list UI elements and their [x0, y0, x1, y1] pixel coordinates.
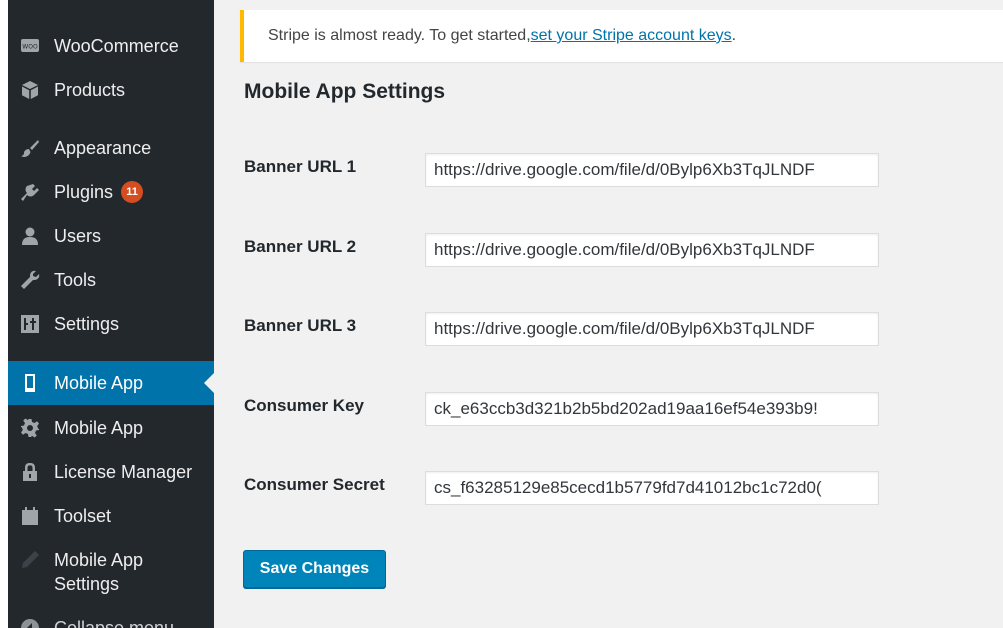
sidebar-item-label: Collapse menu — [54, 617, 175, 628]
banner-url-3-input[interactable] — [425, 312, 879, 346]
banner-url-2-label: Banner URL 2 — [244, 237, 357, 256]
consumer-key-label: Consumer Key — [244, 396, 364, 415]
sidebar-item-label: Toolset — [54, 505, 112, 526]
gear-icon — [20, 418, 40, 438]
plugins-update-count-badge: 11 — [121, 181, 144, 203]
sidebar-item-label: Appearance — [54, 137, 152, 158]
toolset-icon — [20, 506, 40, 526]
paintbrush-icon — [20, 138, 40, 158]
notice-suffix: . — [731, 27, 737, 44]
sidebar-item-label: Plugins — [54, 181, 114, 202]
admin-sidebar: WOO WooCommerce Products Appearance Plug… — [8, 0, 214, 628]
consumer-secret-input[interactable] — [425, 471, 879, 505]
sidebar-item-mobile-app-gear[interactable]: Mobile App — [8, 406, 214, 450]
wrench-icon — [20, 270, 40, 290]
sidebar-item-products[interactable]: Products — [8, 68, 214, 112]
save-changes-button[interactable]: Save Changes — [243, 550, 386, 588]
collapse-menu-button[interactable]: Collapse menu — [8, 606, 214, 628]
sidebar-item-label: Products — [54, 79, 126, 100]
sidebar-item-toolset[interactable]: Toolset — [8, 494, 214, 538]
sidebar-item-label: Tools — [54, 269, 97, 290]
stripe-notice: Stripe is almost ready. To get started, … — [240, 10, 1003, 62]
sidebar-item-tools[interactable]: Tools — [8, 258, 214, 302]
banner-url-3-label: Banner URL 3 — [244, 316, 357, 335]
sidebar-item-mobile-app[interactable]: Mobile App — [8, 361, 214, 405]
woocommerce-icon: WOO — [20, 36, 40, 56]
sidebar-item-license-manager[interactable]: License Manager — [8, 450, 214, 494]
collapse-arrow-icon — [20, 618, 40, 628]
sidebar-item-label: License Manager — [54, 461, 193, 482]
sidebar-item-label: Users — [54, 225, 102, 246]
left-edge-strip — [0, 0, 8, 628]
sidebar-item-label: Settings — [54, 313, 120, 334]
sidebar-item-label: Mobile App — [54, 372, 144, 393]
consumer-secret-label: Consumer Secret — [244, 475, 385, 494]
notice-text: Stripe is almost ready. To get started, — [268, 27, 531, 44]
sidebar-item-woocommerce[interactable]: WOO WooCommerce — [8, 24, 214, 68]
pencil-icon — [20, 550, 40, 570]
sidebar-item-label: WooCommerce — [54, 35, 179, 56]
banner-url-1-input[interactable] — [425, 153, 879, 187]
plugin-icon — [20, 182, 40, 202]
sidebar-item-settings[interactable]: Settings — [8, 302, 214, 346]
smartphone-icon — [20, 373, 40, 393]
sidebar-item-users[interactable]: Users — [8, 214, 214, 258]
banner-url-1-label: Banner URL 1 — [244, 157, 357, 176]
products-box-icon — [20, 80, 40, 100]
user-icon — [20, 226, 40, 246]
sidebar-item-appearance[interactable]: Appearance — [8, 126, 214, 170]
sidebar-item-mobile-app-settings[interactable]: Mobile App Settings — [8, 548, 214, 604]
consumer-key-input[interactable] — [425, 392, 879, 426]
sidebar-item-plugins[interactable]: Plugins 11 — [8, 170, 214, 214]
settings-sliders-icon — [20, 314, 40, 334]
sidebar-item-label: Mobile App Settings — [54, 550, 144, 594]
lock-icon — [20, 462, 40, 482]
sidebar-item-label: Mobile App — [54, 417, 144, 438]
banner-url-2-input[interactable] — [425, 233, 879, 267]
stripe-keys-link[interactable]: set your Stripe account keys — [531, 27, 732, 45]
page-title: Mobile App Settings — [244, 80, 446, 103]
svg-text:WOO: WOO — [22, 44, 38, 51]
